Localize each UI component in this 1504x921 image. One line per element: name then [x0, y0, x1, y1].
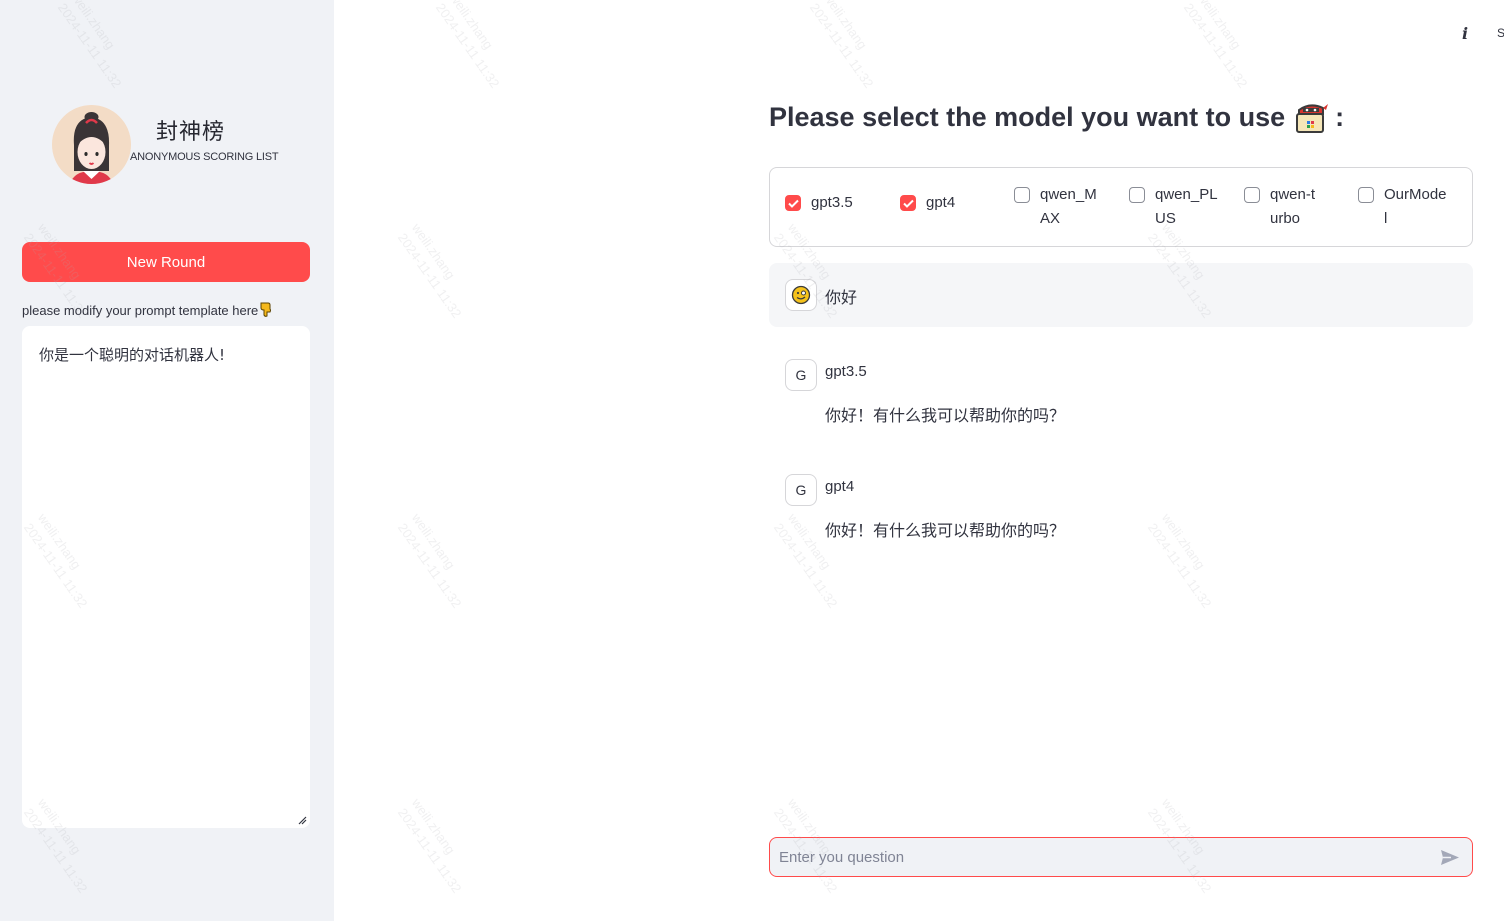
sidebar: 封神榜 ANONYMOUS SCORING LIST New Round ple…: [0, 0, 334, 921]
watermark-text: weili.zhang2024-11-11 11:32: [806, 0, 877, 91]
model-label: qwen_MAX: [1040, 186, 1097, 227]
prompt-label-text: please modify your prompt template here: [22, 303, 259, 318]
pointing-hand-icon: [259, 301, 272, 320]
smiley-face-icon: [791, 285, 811, 305]
user-avatar: [785, 279, 817, 311]
prompt-template-value: 你是一个聪明的对话机器人!: [39, 346, 226, 364]
assistant-avatar: G: [785, 359, 817, 391]
model-option-ourmodel[interactable]: OurModel: [1358, 183, 1448, 231]
chat-input[interactable]: [770, 838, 1430, 876]
model-label: qwen-turbo: [1270, 186, 1316, 227]
brand-title: 封神榜: [156, 120, 226, 145]
checkbox-checked-icon[interactable]: [785, 195, 801, 211]
watermark-text: weili.zhang2024-11-11 11:32: [394, 795, 465, 896]
header-truncated-text: S: [1497, 26, 1504, 40]
assistant-message-text: 你好！有什么我可以帮助你的吗？: [825, 406, 1066, 425]
model-label: qwen_PLUS: [1155, 186, 1218, 227]
user-message-text: 你好: [825, 288, 858, 307]
checkbox-unchecked-icon[interactable]: [1358, 187, 1374, 203]
send-icon[interactable]: [1440, 849, 1460, 866]
model-selector: gpt3.5 gpt4 qwen_MAX qwen_PLUS qwen-turb…: [769, 167, 1473, 247]
page-title-text: Please select the model you want to use: [769, 101, 1286, 132]
assistant-name: gpt3.5: [825, 363, 867, 380]
prompt-label: please modify your prompt template here: [22, 301, 272, 320]
model-option-qwen-turbo[interactable]: qwen-turbo: [1244, 183, 1318, 231]
model-label: gpt3.5: [811, 194, 853, 211]
page-title-colon: :: [1335, 101, 1345, 132]
assistant-name: gpt4: [825, 478, 855, 495]
resize-handle-icon[interactable]: [298, 816, 307, 825]
assistant-message-text: 你好！有什么我可以帮助你的吗？: [825, 521, 1066, 540]
checkbox-unchecked-icon[interactable]: [1129, 187, 1145, 203]
chat-input-container: [769, 837, 1473, 877]
watermark-text: weili.zhang2024-11-11 11:32: [1144, 510, 1215, 611]
info-icon[interactable]: i: [1462, 24, 1468, 43]
checkbox-unchecked-icon[interactable]: [1244, 187, 1260, 203]
checkbox-checked-icon[interactable]: [900, 195, 916, 211]
page-title: Please select the model you want to use …: [769, 100, 1344, 134]
model-option-qwen-max[interactable]: qwen_MAX: [1014, 183, 1100, 231]
assistant-avatar: G: [785, 474, 817, 506]
watermark-text: weili.zhang2024-11-11 11:32: [394, 220, 465, 321]
watermark-text: weili.zhang2024-11-11 11:32: [394, 510, 465, 611]
watermark-text: weili.zhang2024-11-11 11:32: [1180, 0, 1251, 91]
model-label: gpt4: [926, 194, 956, 211]
user-message: 你好: [769, 263, 1473, 327]
brand-subtitle: ANONYMOUS SCORING LIST: [130, 151, 279, 163]
watermark-text: weili.zhang2024-11-11 11:32: [432, 0, 503, 91]
model-option-qwen-plus[interactable]: qwen_PLUS: [1129, 183, 1219, 231]
model-label: OurModel: [1384, 186, 1447, 227]
avatar: [52, 105, 131, 184]
model-option-gpt4[interactable]: gpt4: [900, 191, 992, 215]
prompt-template-textarea[interactable]: 你是一个聪明的对话机器人!: [22, 326, 310, 828]
model-option-gpt35[interactable]: gpt3.5: [785, 191, 877, 215]
checkbox-unchecked-icon[interactable]: [1014, 187, 1030, 203]
ninja-box-icon: [1293, 100, 1329, 134]
new-round-button[interactable]: New Round: [22, 242, 310, 282]
